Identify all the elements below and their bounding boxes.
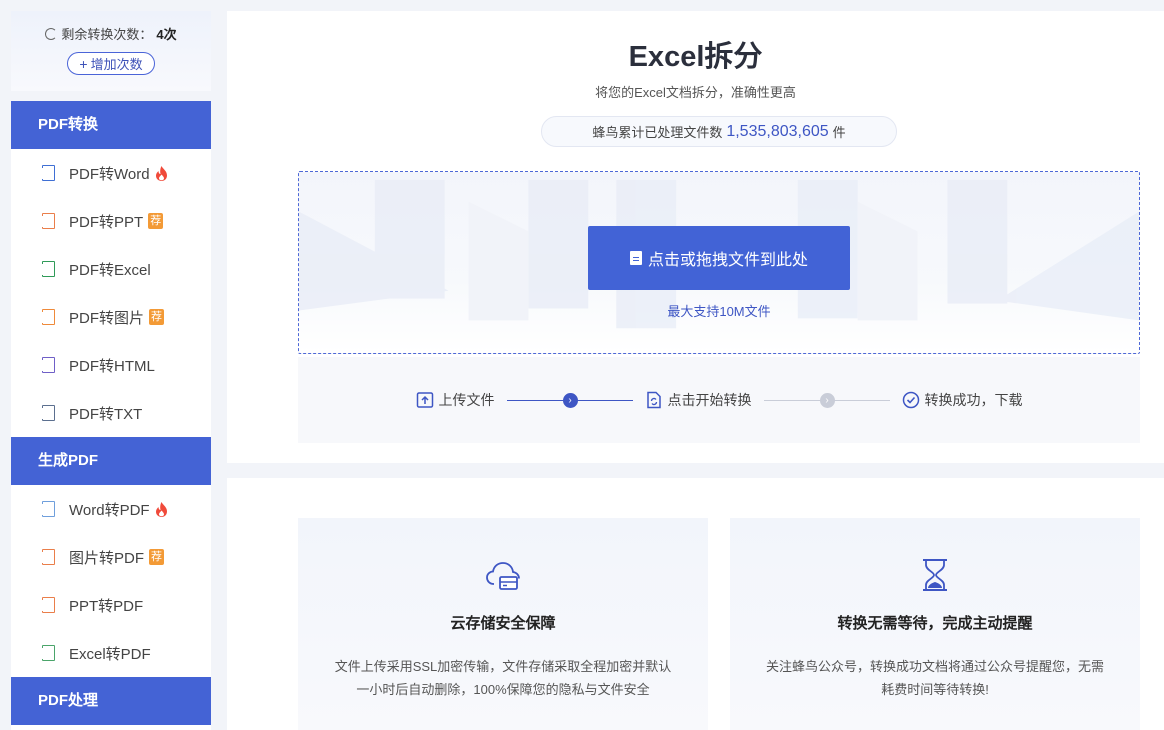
quota-panel: 剩余转换次数： 4次 + 增加次数 bbox=[11, 11, 211, 91]
step-label: 点击开始转换 bbox=[667, 392, 752, 408]
pdf-image-icon: A bbox=[35, 548, 55, 566]
sidebar-item-label: PDF转Excel bbox=[69, 261, 151, 279]
sidebar-item-pdf-to-ppt[interactable]: P PDF转PPT 荐 bbox=[11, 197, 211, 245]
hourglass-icon bbox=[923, 559, 947, 591]
sidebar-item-word-to-pdf[interactable]: A Word转PDF bbox=[11, 485, 211, 533]
feature-title: 云存储安全保障 bbox=[450, 615, 556, 632]
step-connector: › bbox=[506, 392, 633, 408]
refresh-icon bbox=[45, 27, 58, 40]
page-title: Excel拆分 bbox=[628, 41, 763, 73]
main-panel: Excel拆分 将您的Excel文档拆分，准确性更高 蜂鸟累计已处理文件数 1,… bbox=[227, 11, 1164, 463]
image-file-icon: ▲ bbox=[35, 308, 55, 326]
quota-value: 4次 bbox=[156, 27, 177, 42]
add-quota-button[interactable]: + 增加次数 bbox=[67, 52, 155, 75]
fire-icon bbox=[155, 165, 167, 181]
sidebar-item-label: PDF转图片 bbox=[69, 309, 145, 327]
sidebar-item-label: PPT转PDF bbox=[69, 597, 144, 615]
upload-dropzone[interactable]: 点击或拖拽文件到此处 最大支持10M文件 bbox=[298, 171, 1140, 354]
plus-icon: + bbox=[79, 55, 88, 72]
html-file-icon: H bbox=[35, 356, 55, 374]
step-upload: 上传文件 bbox=[416, 390, 495, 410]
upload-button[interactable]: 点击或拖拽文件到此处 bbox=[588, 226, 850, 290]
sidebar-item-label: 图片转PDF bbox=[69, 549, 145, 567]
step-label: 上传文件 bbox=[438, 392, 495, 408]
sidebar-item-pdf-to-excel[interactable]: X PDF转Excel bbox=[11, 245, 211, 293]
word-file-icon: W bbox=[35, 164, 55, 182]
feature-card-cloud: 云存储安全保障 文件上传采用SSL加密传输，文件存储采取全程加密并默认一小时后自… bbox=[298, 518, 708, 730]
ppt-file-icon: P bbox=[35, 212, 55, 230]
chevron-right-icon: › bbox=[562, 392, 578, 408]
add-quota-label: 增加次数 bbox=[90, 57, 143, 72]
counter-suffix: 件 bbox=[832, 125, 846, 140]
counter-prefix: 蜂鸟累计已处理文件数 bbox=[592, 125, 723, 140]
section-pdf-convert[interactable]: PDF转换 bbox=[11, 101, 211, 149]
sidebar-item-label: Excel转PDF bbox=[69, 645, 151, 663]
check-circle-icon bbox=[902, 391, 919, 409]
pdf-word-icon: A bbox=[35, 500, 55, 518]
recommend-badge: 荐 bbox=[148, 213, 164, 229]
feature-text: 文件上传采用SSL加密传输，文件存储采取全程加密并默认一小时后自动删除，100%… bbox=[334, 659, 672, 697]
fire-icon bbox=[155, 501, 167, 517]
file-size-limit: 最大支持10M文件 bbox=[667, 304, 771, 319]
upload-file-icon bbox=[416, 392, 433, 408]
features-section: 云存储安全保障 文件上传采用SSL加密传输，文件存储采取全程加密并默认一小时后自… bbox=[227, 478, 1164, 730]
sidebar-item-pdf-to-image[interactable]: ▲ PDF转图片 荐 bbox=[11, 293, 211, 341]
chevron-right-icon: › bbox=[819, 392, 835, 408]
cloud-storage-icon bbox=[486, 562, 520, 590]
pdf-excel-icon: A bbox=[35, 644, 55, 662]
quota-label: 剩余转换次数： bbox=[61, 27, 153, 42]
recommend-badge: 荐 bbox=[149, 309, 165, 325]
sidebar-item-label: PDF转Word bbox=[69, 165, 150, 183]
convert-file-icon bbox=[646, 391, 661, 409]
document-icon bbox=[629, 251, 642, 265]
step-connector: › bbox=[763, 392, 890, 408]
excel-file-icon: X bbox=[35, 260, 55, 278]
recommend-badge: 荐 bbox=[149, 549, 165, 565]
sidebar-item-label: Word转PDF bbox=[69, 501, 150, 519]
upload-button-label: 点击或拖拽文件到此处 bbox=[647, 252, 808, 269]
feature-title: 转换无需等待，完成主动提醒 bbox=[837, 615, 1033, 632]
counter-value: 1,535,803,605 bbox=[726, 122, 829, 140]
step-label: 转换成功，下载 bbox=[924, 392, 1023, 408]
sidebar: 剩余转换次数： 4次 + 增加次数 PDF转换 W PDF转Word P PDF… bbox=[11, 11, 211, 730]
sidebar-item-excel-to-pdf[interactable]: A Excel转PDF bbox=[11, 629, 211, 677]
step-download: 转换成功，下载 bbox=[902, 390, 1023, 410]
sidebar-item-label: PDF转PPT bbox=[69, 213, 144, 231]
sidebar-item-pdf-to-html[interactable]: H PDF转HTML bbox=[11, 341, 211, 389]
page-subtitle: 将您的Excel文档拆分，准确性更高 bbox=[595, 85, 796, 100]
section-create-pdf[interactable]: 生成PDF bbox=[11, 437, 211, 485]
sidebar-item-pdf-to-txt[interactable]: T PDF转TXT bbox=[11, 389, 211, 437]
sidebar-item-image-to-pdf[interactable]: A 图片转PDF 荐 bbox=[11, 533, 211, 581]
sidebar-item-label: PDF转HTML bbox=[69, 357, 155, 375]
feature-text: 关注蜂鸟公众号，转换成功文档将通过公众号提醒您，无需耗费时间等待转换! bbox=[765, 659, 1104, 697]
pdf-ppt-icon: A bbox=[35, 596, 55, 614]
conversion-steps: 上传文件 › 点击开始转换 › 转换成功，下载 bbox=[298, 357, 1140, 443]
step-convert: 点击开始转换 bbox=[645, 390, 752, 410]
sidebar-item-ppt-to-pdf[interactable]: A PPT转PDF bbox=[11, 581, 211, 629]
section-pdf-process[interactable]: PDF处理 bbox=[11, 677, 211, 725]
sidebar-item-label: PDF转TXT bbox=[69, 405, 143, 423]
processed-counter: 蜂鸟累计已处理文件数 1,535,803,605 件 bbox=[541, 116, 897, 147]
quota-line: 剩余转换次数： 4次 bbox=[11, 24, 211, 43]
feature-card-notify: 转换无需等待，完成主动提醒 关注蜂鸟公众号，转换成功文档将通过公众号提醒您，无需… bbox=[730, 518, 1140, 730]
sidebar-item-pdf-to-word[interactable]: W PDF转Word bbox=[11, 149, 211, 197]
txt-file-icon: T bbox=[35, 404, 55, 422]
